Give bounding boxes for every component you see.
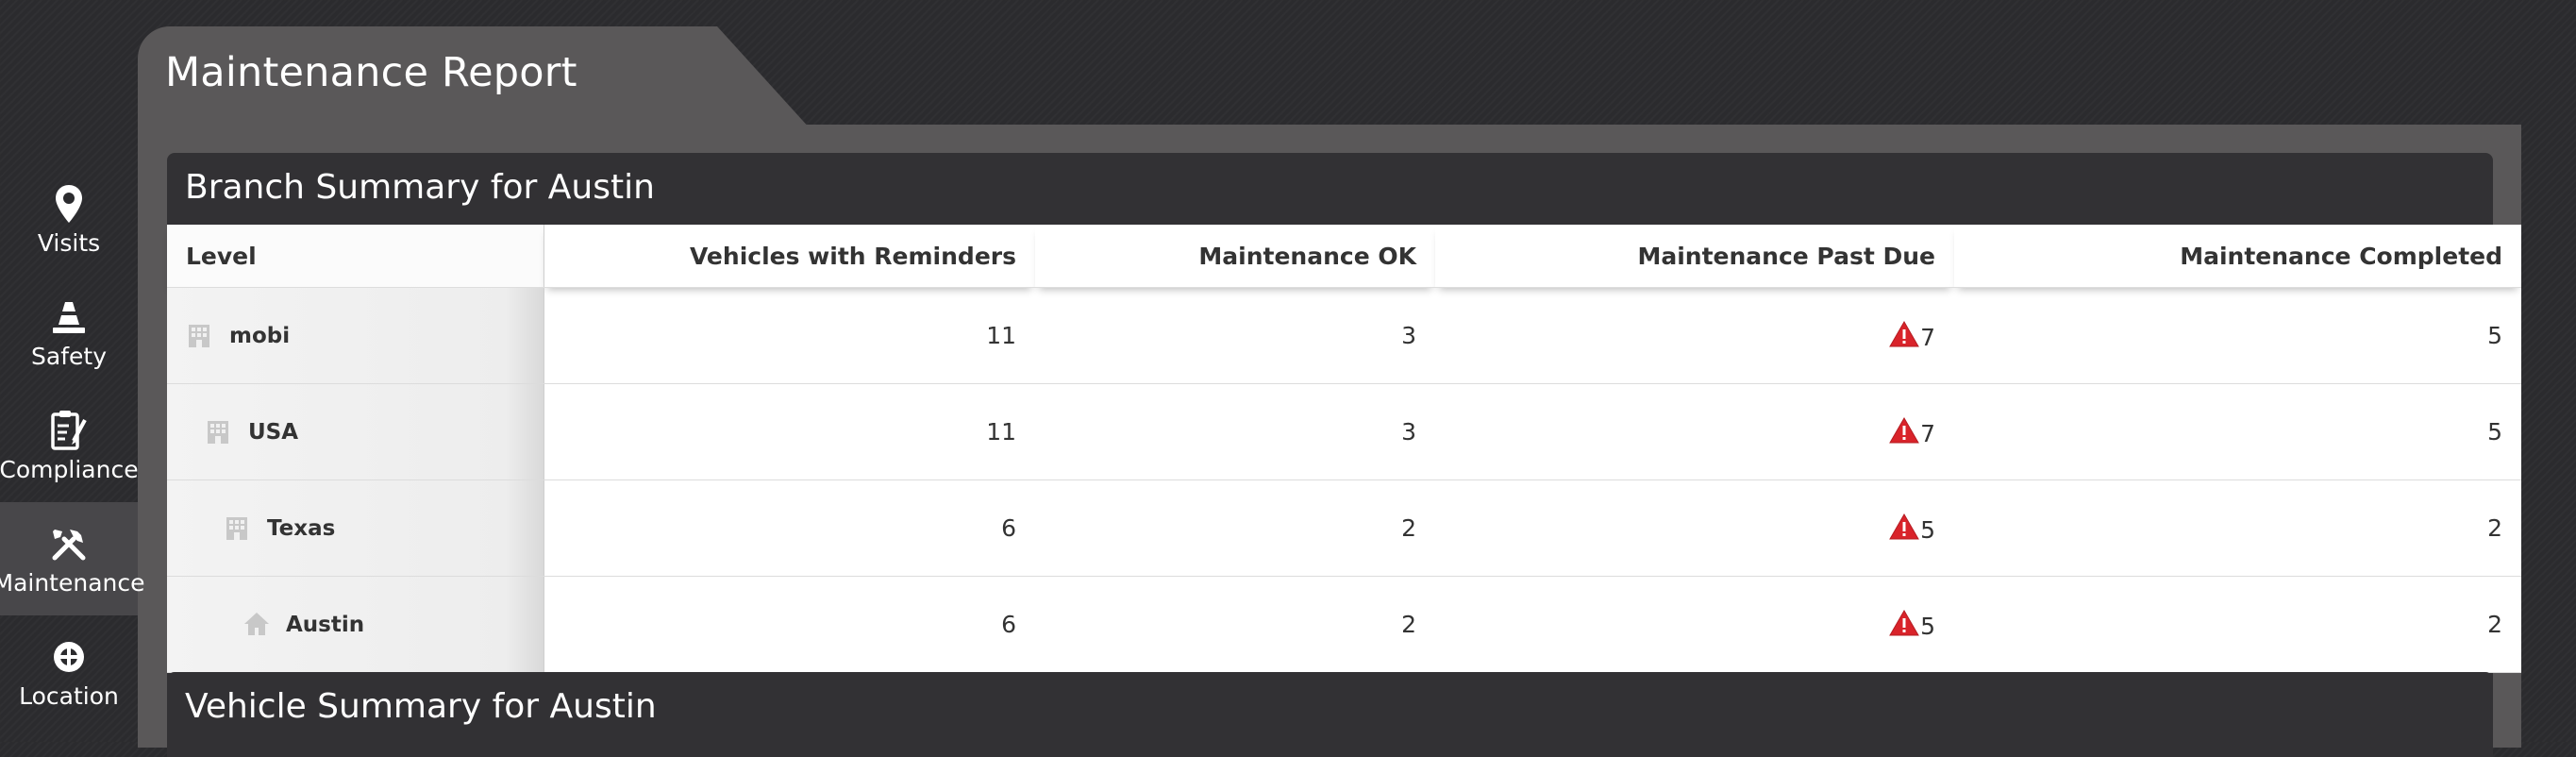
maintenance-ok-cell: 3	[1035, 383, 1435, 480]
building-icon	[186, 322, 214, 350]
past-due-value: 5	[1920, 515, 1935, 544]
table-header-row: Level Vehicles with Reminders Maintenanc…	[167, 225, 2521, 288]
maintenance-past-due-cell: 5	[1435, 576, 1954, 673]
level-label: mobi	[229, 323, 291, 348]
traffic-cone-icon	[47, 295, 91, 339]
table-row[interactable]: USA 11 3 7 5	[167, 383, 2521, 480]
maintenance-past-due-cell: 7	[1435, 383, 1954, 480]
level-label: Austin	[286, 612, 365, 637]
past-due-value: 7	[1920, 323, 1935, 351]
level-label: USA	[248, 419, 299, 445]
nav-label-safety: Safety	[31, 342, 107, 370]
maintenance-ok-cell: 3	[1035, 287, 1435, 384]
maintenance-past-due-cell: 5	[1435, 479, 1954, 577]
nav-item-safety[interactable]: Safety	[0, 276, 138, 389]
warning-icon	[1889, 609, 1919, 636]
house-icon	[243, 611, 271, 639]
nav-label-maintenance: Maintenance	[0, 568, 145, 597]
maintenance-completed-cell: 2	[1954, 576, 2521, 673]
table-row[interactable]: mobi 11 3 7 5	[167, 287, 2521, 384]
nav-item-compliance[interactable]: Compliance	[0, 389, 139, 502]
branch-summary-table: Level Vehicles with Reminders Maintenanc…	[167, 225, 2521, 673]
vehicle-summary-title: Vehicle Summary for Austin	[185, 687, 657, 726]
vehicle-summary-panel: Vehicle Summary for Austin	[167, 672, 2493, 757]
vehicles-with-reminders-cell: 11	[544, 287, 1035, 384]
vehicles-with-reminders-cell: 11	[544, 383, 1035, 480]
maintenance-past-due-cell: 7	[1435, 287, 1954, 384]
building-icon	[224, 514, 252, 543]
branch-summary-title: Branch Summary for Austin	[185, 168, 655, 207]
level-label: Texas	[267, 515, 336, 541]
level-cell[interactable]: mobi	[167, 287, 544, 384]
nav-item-location[interactable]: Location	[0, 615, 138, 729]
maintenance-completed-cell: 5	[1954, 287, 2521, 384]
nav-item-visits[interactable]: Visits	[0, 162, 138, 276]
column-header-vehicles-with-reminders[interactable]: Vehicles with Reminders	[544, 225, 1035, 288]
nav-label-location: Location	[19, 681, 119, 710]
building-icon	[205, 418, 233, 446]
nav-label-compliance: Compliance	[0, 455, 139, 483]
past-due-value: 5	[1920, 612, 1935, 640]
level-cell[interactable]: Texas	[167, 479, 544, 577]
nav-item-maintenance[interactable]: Maintenance	[0, 502, 145, 615]
level-cell[interactable]: Austin	[167, 576, 544, 673]
vehicles-with-reminders-cell: 6	[544, 479, 1035, 577]
vehicles-with-reminders-cell: 6	[544, 576, 1035, 673]
level-cell[interactable]: USA	[167, 383, 544, 480]
warning-icon	[1889, 320, 1919, 347]
maintenance-ok-cell: 2	[1035, 479, 1435, 577]
warning-icon	[1889, 416, 1919, 444]
map-pin-icon	[47, 182, 91, 226]
past-due-value: 7	[1920, 419, 1935, 447]
column-header-maintenance-completed[interactable]: Maintenance Completed	[1954, 225, 2521, 288]
column-header-level[interactable]: Level	[167, 225, 544, 288]
nav-label-visits: Visits	[37, 228, 101, 257]
maintenance-ok-cell: 2	[1035, 576, 1435, 673]
warning-icon	[1889, 513, 1919, 540]
table-row[interactable]: Austin 6 2 5 2	[167, 576, 2521, 673]
column-header-maintenance-past-due[interactable]: Maintenance Past Due	[1435, 225, 1954, 288]
table-row[interactable]: Texas 6 2 5 2	[167, 479, 2521, 577]
clipboard-icon	[47, 409, 91, 452]
side-nav: Visits Safety Compliance Maintenance Loc…	[0, 162, 145, 729]
maintenance-completed-cell: 5	[1954, 383, 2521, 480]
crosshair-icon	[47, 635, 91, 679]
tools-icon	[47, 522, 91, 565]
column-header-maintenance-ok[interactable]: Maintenance OK	[1035, 225, 1435, 288]
maintenance-completed-cell: 2	[1954, 479, 2521, 577]
page-title: Maintenance Report	[165, 49, 577, 96]
